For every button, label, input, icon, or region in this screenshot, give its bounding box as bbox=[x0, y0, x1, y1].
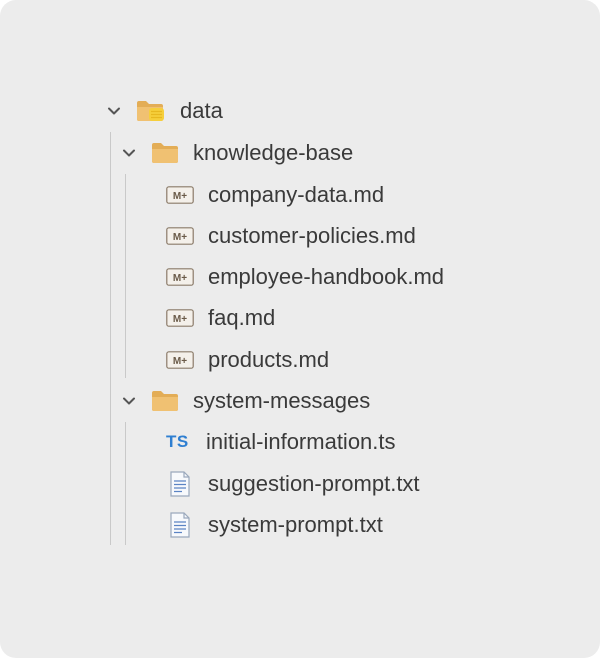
tree-file-products[interactable]: M+ products.md bbox=[166, 342, 329, 378]
markdown-icon: M+ bbox=[166, 227, 194, 245]
tree-file-label: initial-information.ts bbox=[206, 429, 396, 454]
typescript-icon: TS bbox=[166, 432, 189, 451]
folder-icon bbox=[152, 391, 178, 411]
tree-file-customer-policies[interactable]: M+ customer-policies.md bbox=[166, 218, 416, 254]
markdown-icon-text: M+ bbox=[173, 232, 187, 243]
tree-file-label: suggestion-prompt.txt bbox=[208, 471, 420, 496]
markdown-icon-text: M+ bbox=[173, 273, 187, 284]
tree-file-initial-information[interactable]: TS initial-information.ts bbox=[166, 424, 396, 460]
tree-file-label: company-data.md bbox=[208, 182, 385, 207]
file-explorer-panel: data knowledge-base M+ company-data.md M… bbox=[0, 0, 600, 658]
tree-folder-label: system-messages bbox=[193, 388, 371, 413]
markdown-icon: M+ bbox=[166, 268, 194, 286]
tree-folder-knowledge-base[interactable]: knowledge-base bbox=[121, 135, 353, 171]
text-file-icon bbox=[170, 512, 190, 538]
chevron-down-icon[interactable] bbox=[121, 393, 137, 409]
tree-file-system-prompt[interactable]: system-prompt.txt bbox=[166, 507, 383, 543]
tree-file-label: customer-policies.md bbox=[208, 223, 416, 248]
tree-file-label: system-prompt.txt bbox=[208, 512, 383, 537]
tree-guide-knowledge-base bbox=[125, 174, 126, 378]
tree-folder-data[interactable]: data bbox=[106, 93, 223, 129]
tree-file-company-data[interactable]: M+ company-data.md bbox=[166, 177, 384, 213]
chevron-down-icon[interactable] bbox=[121, 145, 137, 161]
tree-folder-system-messages[interactable]: system-messages bbox=[121, 383, 370, 419]
tree-folder-label: data bbox=[180, 98, 223, 123]
tree-guide-system-messages bbox=[125, 422, 126, 545]
tree-file-suggestion-prompt[interactable]: suggestion-prompt.txt bbox=[166, 466, 420, 502]
tree-file-label: faq.md bbox=[208, 305, 276, 330]
tree-file-label: products.md bbox=[208, 347, 330, 372]
markdown-icon: M+ bbox=[166, 309, 194, 327]
folder-with-badge-icon bbox=[137, 101, 164, 121]
tree-folder-label: knowledge-base bbox=[193, 140, 354, 165]
tree-file-employee-handbook[interactable]: M+ employee-handbook.md bbox=[166, 259, 444, 295]
tree-file-label: employee-handbook.md bbox=[208, 264, 445, 289]
markdown-icon-text: M+ bbox=[173, 356, 187, 367]
tree-guide-root bbox=[110, 132, 111, 545]
text-file-icon bbox=[170, 471, 190, 497]
chevron-down-icon[interactable] bbox=[106, 103, 122, 119]
markdown-icon: M+ bbox=[166, 351, 194, 369]
markdown-icon: M+ bbox=[166, 186, 194, 204]
markdown-icon-text: M+ bbox=[173, 191, 187, 202]
tree-file-faq[interactable]: M+ faq.md bbox=[166, 300, 275, 336]
folder-icon bbox=[152, 143, 178, 163]
markdown-icon-text: M+ bbox=[173, 314, 187, 325]
